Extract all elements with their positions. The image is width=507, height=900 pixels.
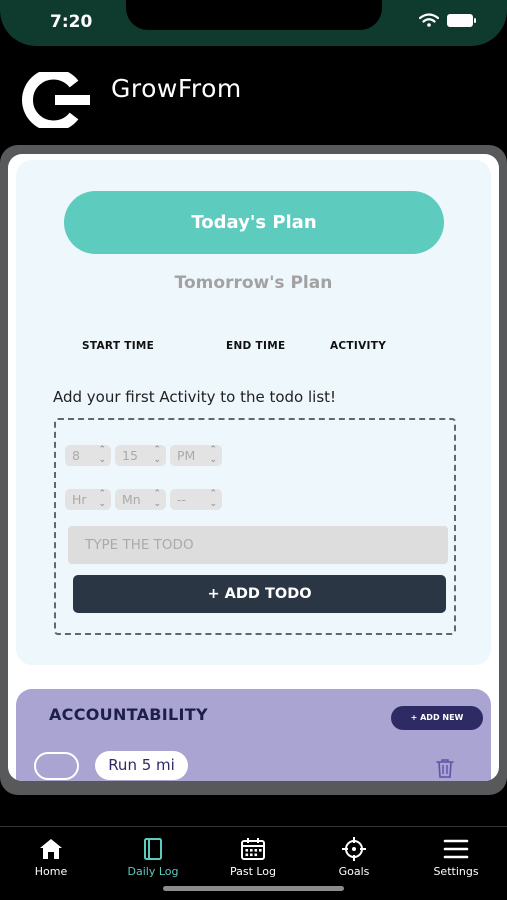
content-scroll-area[interactable]: Today's Plan Tomorrow's Plan START TIME … [8,154,499,781]
column-header-activity: ACTIVITY [330,340,387,352]
app-header: GrowFrom [0,46,507,146]
tab-home[interactable]: Home [11,837,91,878]
tab-label: Past Log [229,865,277,878]
start-hour-select[interactable]: 8 ⌃ ⌄ [65,445,111,466]
end-ampm-select[interactable]: -- ⌃ ⌄ [170,489,222,510]
start-ampm-select[interactable]: PM ⌃ ⌄ [170,445,222,466]
home-indicator [163,886,344,891]
tab-label: Goals [338,865,370,878]
chevron-updown-icon: ⌃ ⌄ [209,489,217,509]
start-ampm-value: PM [177,448,196,463]
start-minute-value: 15 [122,448,138,463]
end-hour-select[interactable]: Hr ⌃ ⌄ [65,489,111,510]
accountability-card: ACCOUNTABILITY + ADD NEW Run 5 mi [16,689,491,781]
todo-input[interactable]: TYPE THE TODO [68,526,448,564]
tab-label: Home [34,865,68,878]
add-todo-button[interactable]: + ADD TODO [73,575,446,613]
chevron-updown-icon: ⌃ ⌄ [209,445,217,465]
chevron-updown-icon: ⌃ ⌄ [98,445,106,465]
journal-icon [144,838,162,860]
home-icon [40,839,62,859]
crosshair-icon [342,837,366,861]
tab-goals[interactable]: Goals [314,837,394,878]
tomorrow-plan-tab[interactable]: Tomorrow's Plan [16,273,491,293]
tab-label: Daily Log [127,865,179,878]
plan-card: Today's Plan Tomorrow's Plan START TIME … [16,160,491,665]
calendar-icon [241,838,265,860]
tab-settings[interactable]: Settings [416,837,496,878]
goal-toggle[interactable] [34,752,79,780]
main-frame: Today's Plan Tomorrow's Plan START TIME … [0,145,507,795]
trash-icon[interactable] [436,758,454,778]
end-minute-value: Mn [122,492,141,507]
add-new-goal-button[interactable]: + ADD NEW [391,706,483,730]
end-ampm-value: -- [177,492,187,507]
growfrom-logo-icon [22,72,90,128]
tab-past-log[interactable]: Past Log [213,837,293,878]
chevron-updown-icon: ⌃ ⌄ [153,445,161,465]
battery-icon [447,13,476,27]
tab-label: Settings [433,865,479,878]
end-minute-select[interactable]: Mn ⌃ ⌄ [115,489,166,510]
goal-pill: Run 5 mi [95,751,188,780]
todo-entry-box: 8 ⌃ ⌄ 15 ⌃ ⌄ PM ⌃ ⌄ Hr ⌃ ⌄ Mn ⌃ ⌄ -- ⌃ ⌄… [54,418,456,635]
wifi-icon [419,13,439,27]
accountability-title: ACCOUNTABILITY [49,705,208,724]
status-time: 7:20 [50,12,93,32]
tab-daily-log[interactable]: Daily Log [113,837,193,878]
notch [126,0,382,30]
menu-icon [443,839,469,859]
column-header-end-time: END TIME [226,340,286,352]
column-header-start-time: START TIME [82,340,155,352]
today-plan-button[interactable]: Today's Plan [64,191,444,254]
status-bar: 7:20 [0,0,507,46]
end-hour-value: Hr [72,492,87,507]
empty-todo-message: Add your first Activity to the todo list… [53,388,337,406]
status-icons [419,13,476,27]
chevron-updown-icon: ⌃ ⌄ [98,489,106,509]
chevron-updown-icon: ⌃ ⌄ [153,489,161,509]
start-hour-value: 8 [72,448,80,463]
app-title: GrowFrom [111,74,242,103]
start-minute-select[interactable]: 15 ⌃ ⌄ [115,445,166,466]
